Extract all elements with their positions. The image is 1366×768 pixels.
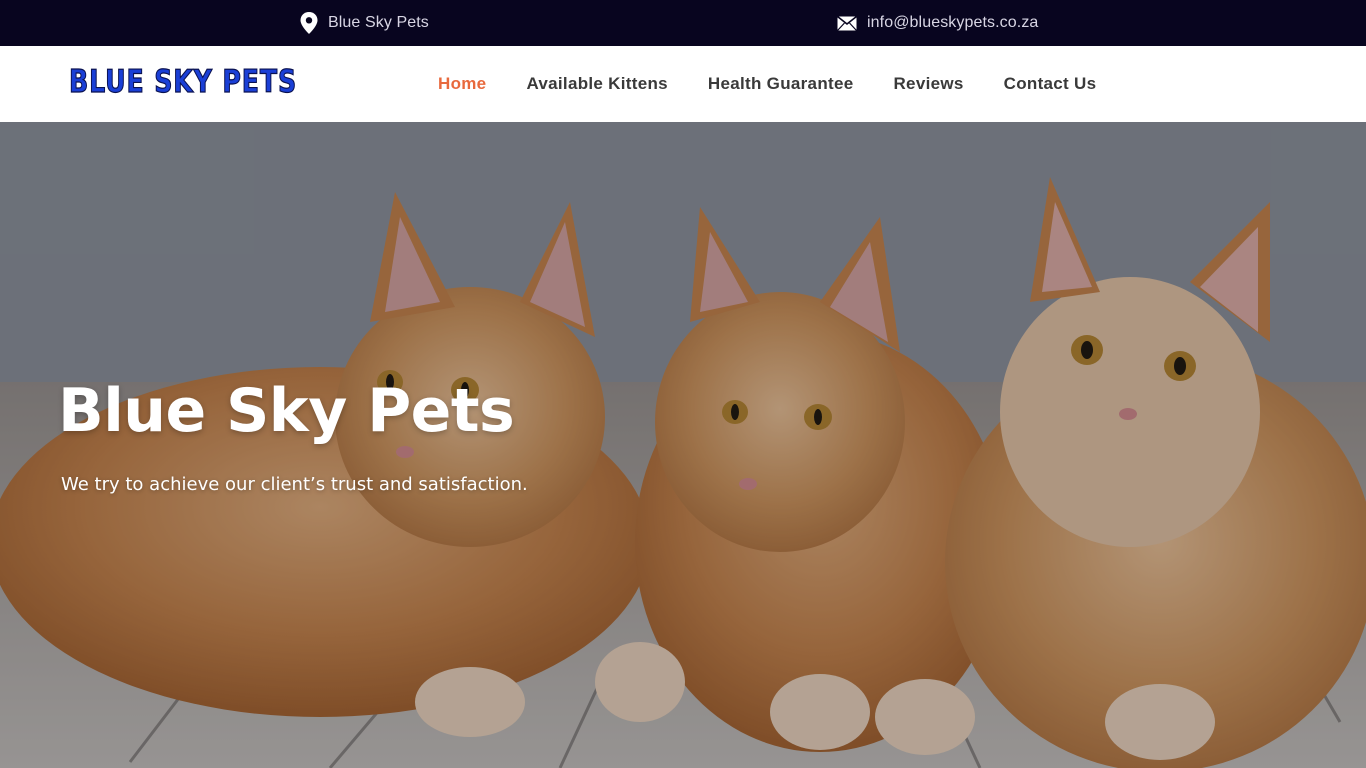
map-pin-icon xyxy=(300,12,318,34)
site-logo[interactable]: BLUE SKY PETS xyxy=(68,64,300,98)
email-info[interactable]: info@blueskypets.co.za xyxy=(837,0,1038,46)
nav-reviews[interactable]: Reviews xyxy=(893,74,963,94)
hero-subtitle: We try to achieve our client’s trust and… xyxy=(61,474,528,495)
hero-section: Blue Sky Pets We try to achieve our clie… xyxy=(0,122,1366,768)
envelope-icon xyxy=(837,15,857,31)
logo-wordmark[interactable]: BLUE SKY PETS xyxy=(68,64,300,98)
nav-home[interactable]: Home xyxy=(438,74,486,94)
location-info: Blue Sky Pets xyxy=(300,0,429,46)
top-info-bar: Blue Sky Pets info@blueskypets.co.za xyxy=(0,0,1366,46)
svg-text:BLUE SKY PETS: BLUE SKY PETS xyxy=(69,64,297,98)
main-nav: Home Available Kittens Health Guarantee … xyxy=(438,46,1136,122)
nav-available-kittens[interactable]: Available Kittens xyxy=(526,74,667,94)
location-text: Blue Sky Pets xyxy=(328,14,429,31)
main-header: BLUE SKY PETS Home Available Kittens Hea… xyxy=(0,46,1366,122)
nav-health-guarantee[interactable]: Health Guarantee xyxy=(708,74,854,94)
email-link[interactable]: info@blueskypets.co.za xyxy=(867,14,1038,32)
hero-title: Blue Sky Pets xyxy=(58,376,515,446)
nav-contact-us[interactable]: Contact Us xyxy=(1004,74,1097,94)
